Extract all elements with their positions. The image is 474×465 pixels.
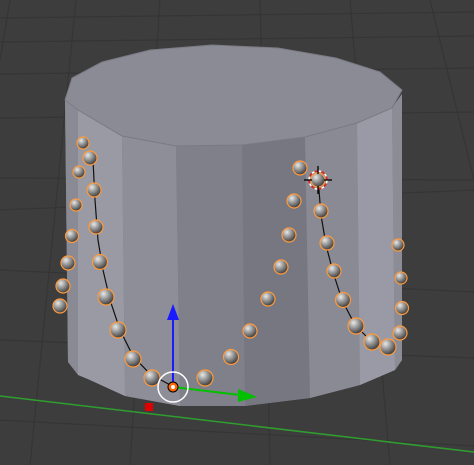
- 3d-viewport[interactable]: [0, 0, 474, 465]
- viewport-canvas[interactable]: [0, 0, 474, 465]
- x-handle-icon[interactable]: [145, 403, 153, 411]
